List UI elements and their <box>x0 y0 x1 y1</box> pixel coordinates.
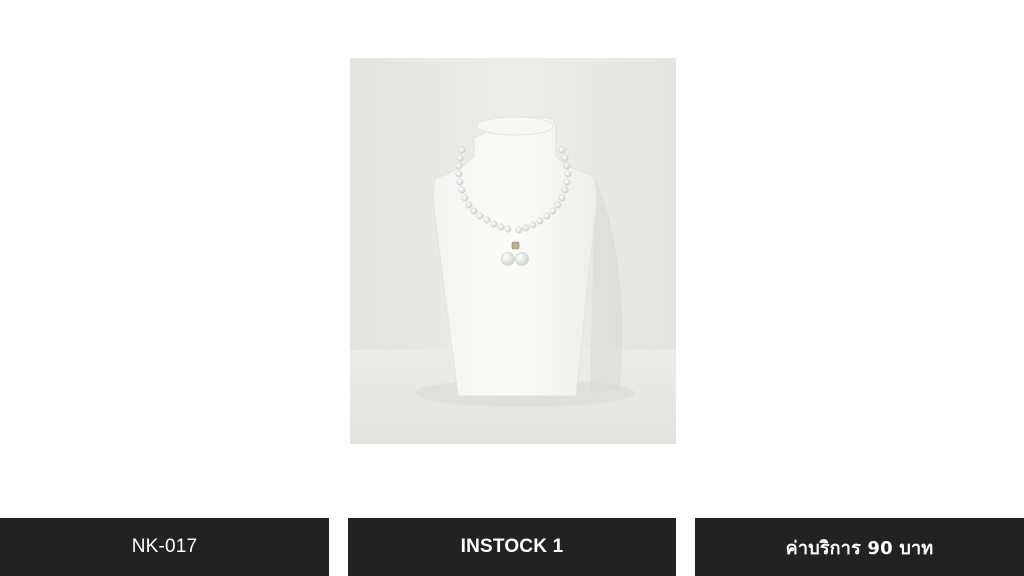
stock-status-bar: INSTOCK 1 <box>348 518 676 576</box>
service-fee: ค่าบริการ 90 บาท <box>785 537 934 559</box>
product-code: NK-017 <box>131 536 198 557</box>
stock-status: INSTOCK 1 <box>460 536 564 557</box>
product-code-bar: NK-017 <box>0 518 329 576</box>
product-image <box>350 58 676 444</box>
product-card: NK-017 INSTOCK 1 ค่าบริการ 90 บาท <box>0 0 1024 576</box>
service-fee-bar: ค่าบริการ 90 บาท <box>695 518 1024 576</box>
necklace-bust-illustration <box>350 58 676 444</box>
